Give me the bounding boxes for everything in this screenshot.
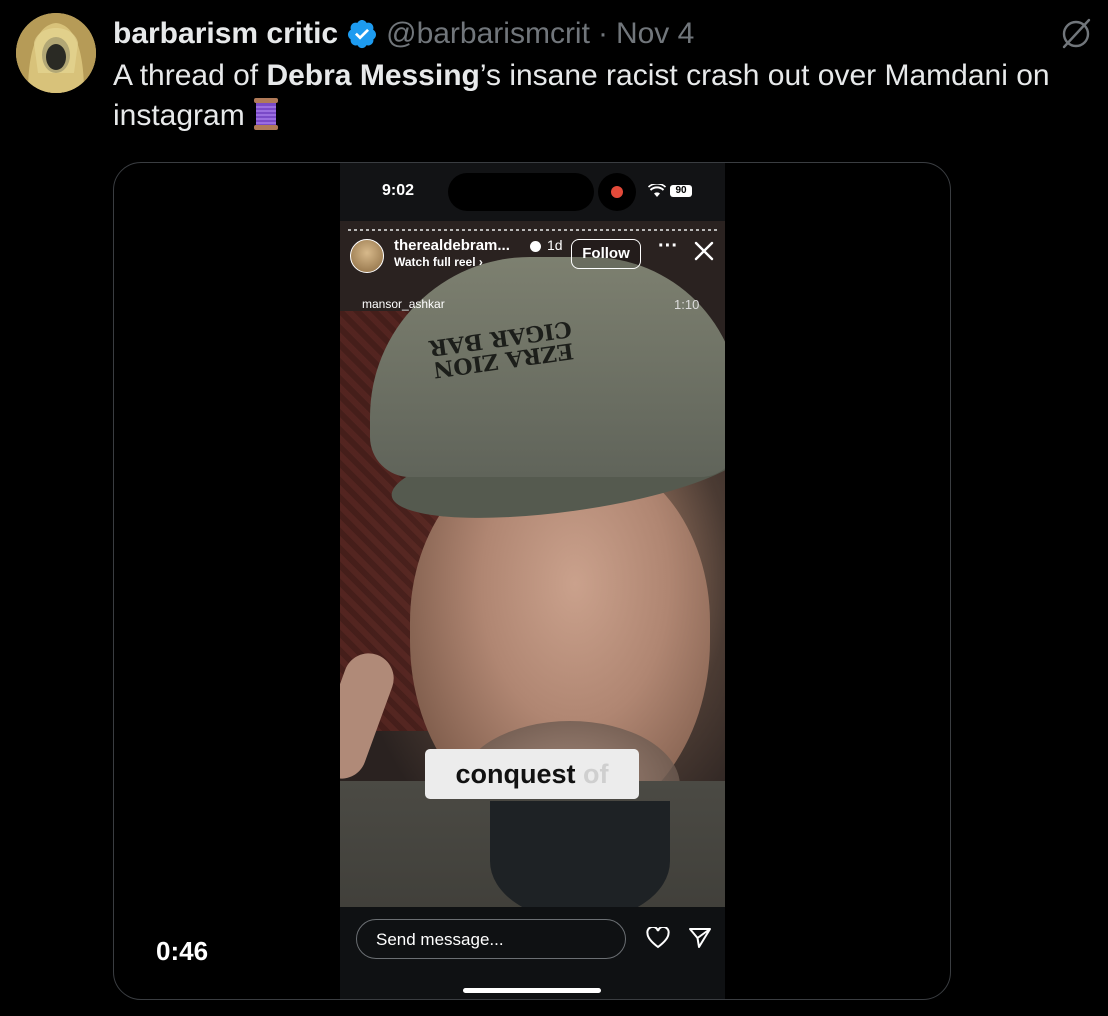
wifi-icon: [648, 184, 666, 197]
video-frame[interactable]: 9:02 90 EZRA ZION CIGAR BAR therealdebra…: [340, 163, 725, 999]
story-verified-icon: [530, 241, 541, 252]
tweet-header: barbarism critic @barbarismcrit · Nov 4: [113, 14, 694, 54]
tweet-text-mention: Debra Messing: [266, 59, 480, 92]
phone-status-bar: 9:02 90: [340, 163, 725, 221]
dynamic-island: [448, 173, 594, 211]
repost-username: mansor_ashkar: [362, 297, 445, 311]
person-cap: EZRA ZION CIGAR BAR: [370, 257, 725, 477]
grok-icon[interactable]: [1058, 16, 1094, 52]
author-avatar[interactable]: [16, 13, 96, 93]
recording-indicator-icon: [598, 173, 636, 211]
subtitle-caption: conquest of: [425, 749, 639, 799]
media-video-card[interactable]: 9:02 90 EZRA ZION CIGAR BAR therealdebra…: [113, 162, 951, 1000]
caption-word: conquest: [455, 759, 576, 789]
phone-time: 9:02: [382, 182, 415, 199]
story-progress-bar: [348, 229, 718, 231]
spool-of-thread-icon: [253, 98, 278, 130]
watch-full-reel-link[interactable]: Watch full reel ›: [394, 255, 483, 269]
video-content[interactable]: EZRA ZION CIGAR BAR therealdebram... 1d …: [340, 221, 725, 907]
story-avatar[interactable]: [350, 239, 384, 273]
story-age: 1d: [547, 237, 563, 253]
user-handle[interactable]: @barbarismcrit: [386, 17, 590, 51]
verified-badge-icon[interactable]: [346, 18, 378, 50]
repost-timestamp: 1:10: [674, 297, 700, 312]
follow-button[interactable]: Follow: [571, 239, 641, 269]
display-name[interactable]: barbarism critic: [113, 17, 338, 51]
story-username[interactable]: therealdebram...: [394, 237, 510, 254]
tweet-text-prefix: A thread of: [113, 59, 267, 92]
tweet-text: A thread of Debra Messing’s insane racis…: [113, 56, 1093, 136]
send-icon[interactable]: [688, 927, 712, 949]
avatar-portrait: [16, 13, 96, 93]
tweet-date[interactable]: Nov 4: [616, 17, 694, 51]
heart-icon[interactable]: [646, 927, 670, 949]
close-icon[interactable]: [694, 241, 714, 261]
caption-next-word: of: [583, 759, 609, 789]
battery-icon: 90: [670, 185, 692, 197]
video-duration: 0:46: [156, 936, 209, 966]
home-indicator: [463, 988, 601, 993]
send-message-input[interactable]: Send message...: [356, 919, 626, 959]
more-options-icon[interactable]: ···: [658, 235, 678, 258]
story-reply-bar: Send message...: [340, 907, 725, 999]
person-neckline: [490, 801, 670, 907]
cap-text: EZRA ZION CIGAR BAR: [427, 315, 576, 382]
separator-dot: ·: [597, 17, 608, 50]
